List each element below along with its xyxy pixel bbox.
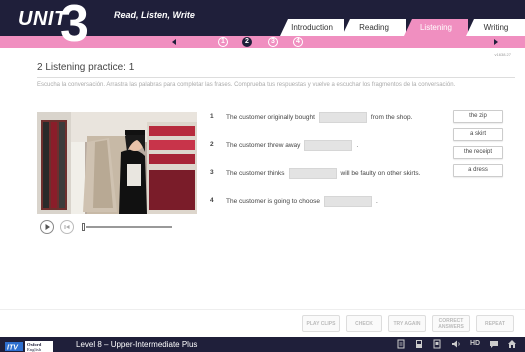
page-dot-4[interactable]: 4	[293, 37, 303, 47]
page-dot-1[interactable]: 1	[218, 37, 228, 47]
exercise-title: 2 Listening practice: 1	[37, 62, 135, 73]
audio-controls	[40, 220, 200, 234]
tab-listening[interactable]: Listening	[404, 19, 468, 36]
answer-drop-zone[interactable]	[304, 140, 353, 151]
page-dot-2[interactable]: 2	[242, 37, 252, 47]
progress-track[interactable]	[86, 226, 172, 228]
tab-introduction[interactable]: Introduction	[280, 19, 344, 36]
version-label: v1638.27	[494, 52, 511, 57]
repeat-button[interactable]: REPEAT	[476, 315, 514, 332]
page-dot-3[interactable]: 3	[268, 37, 278, 47]
sentence-number: 2	[210, 141, 214, 148]
play-clips-button[interactable]: PLAY CLIPS	[302, 315, 340, 332]
course-level: Level 8 – Upper-Intermediate Plus	[76, 340, 198, 349]
home-icon[interactable]	[507, 339, 517, 349]
sentence-number: 1	[210, 113, 214, 120]
correct-answers-button[interactable]: CORRECT ANSWERS	[432, 315, 470, 332]
sentence-number: 3	[210, 169, 214, 176]
tab-writing[interactable]: Writing	[466, 19, 525, 36]
next-page-icon[interactable]	[492, 38, 500, 46]
sentence-text-before: The customer originally bought	[226, 114, 315, 122]
app-header: UNIT 3 Read, Listen, Write Introduction …	[0, 0, 525, 50]
hd-toggle[interactable]: HD	[470, 340, 480, 347]
actions-divider	[0, 309, 525, 310]
try-again-button[interactable]: TRY AGAIN	[388, 315, 426, 332]
word-chip[interactable]: a dress	[453, 164, 503, 177]
tab-reading[interactable]: Reading	[342, 19, 406, 36]
svg-text:English: English	[27, 347, 42, 352]
check-button[interactable]: CHECK	[346, 315, 382, 332]
word-chip[interactable]: a skirt	[453, 128, 503, 141]
oxford-english-logo: ITV Oxford English	[5, 339, 55, 352]
book-icon[interactable]	[414, 339, 424, 349]
sentence-text-after: .	[375, 198, 378, 206]
title-divider	[37, 77, 515, 78]
unit-number: 3	[60, 0, 89, 53]
sentence-text-before: The customer thinks	[226, 170, 285, 178]
prev-page-icon[interactable]	[170, 38, 178, 46]
app-footer: ITV Oxford English Level 8 – Upper-Inter…	[0, 337, 525, 352]
play-button[interactable]	[40, 220, 54, 234]
sentence-text-before: The customer threw away	[226, 142, 301, 150]
volume-icon[interactable]	[451, 339, 461, 349]
answer-drop-zone[interactable]	[288, 168, 337, 179]
subtitles-icon[interactable]	[489, 339, 499, 349]
answer-drop-zone[interactable]	[318, 112, 367, 123]
shop-photo	[37, 112, 197, 214]
word-chip[interactable]: the receipt	[453, 146, 503, 159]
notebook-icon[interactable]	[432, 339, 442, 349]
sentence-text-after: .	[356, 142, 359, 150]
sentence-text-after: will be faulty on other skirts.	[340, 170, 421, 178]
progress-handle[interactable]	[82, 223, 85, 231]
sentence-text-after: from the shop.	[370, 114, 413, 122]
sentence-number: 4	[210, 197, 214, 204]
rewind-button[interactable]	[60, 220, 74, 234]
svg-text:ITV: ITV	[7, 345, 19, 352]
exercise-instructions: Escucha la conversación. Arrastra las pa…	[37, 82, 456, 88]
word-chip[interactable]: the zip	[453, 110, 503, 123]
sentence-text-before: The customer is going to choose	[226, 198, 320, 206]
section-tabs: Introduction Reading Listening Writing	[280, 19, 525, 36]
unit-subtitle: Read, Listen, Write	[114, 10, 195, 20]
document-icon[interactable]	[396, 339, 406, 349]
answer-drop-zone[interactable]	[323, 196, 372, 207]
